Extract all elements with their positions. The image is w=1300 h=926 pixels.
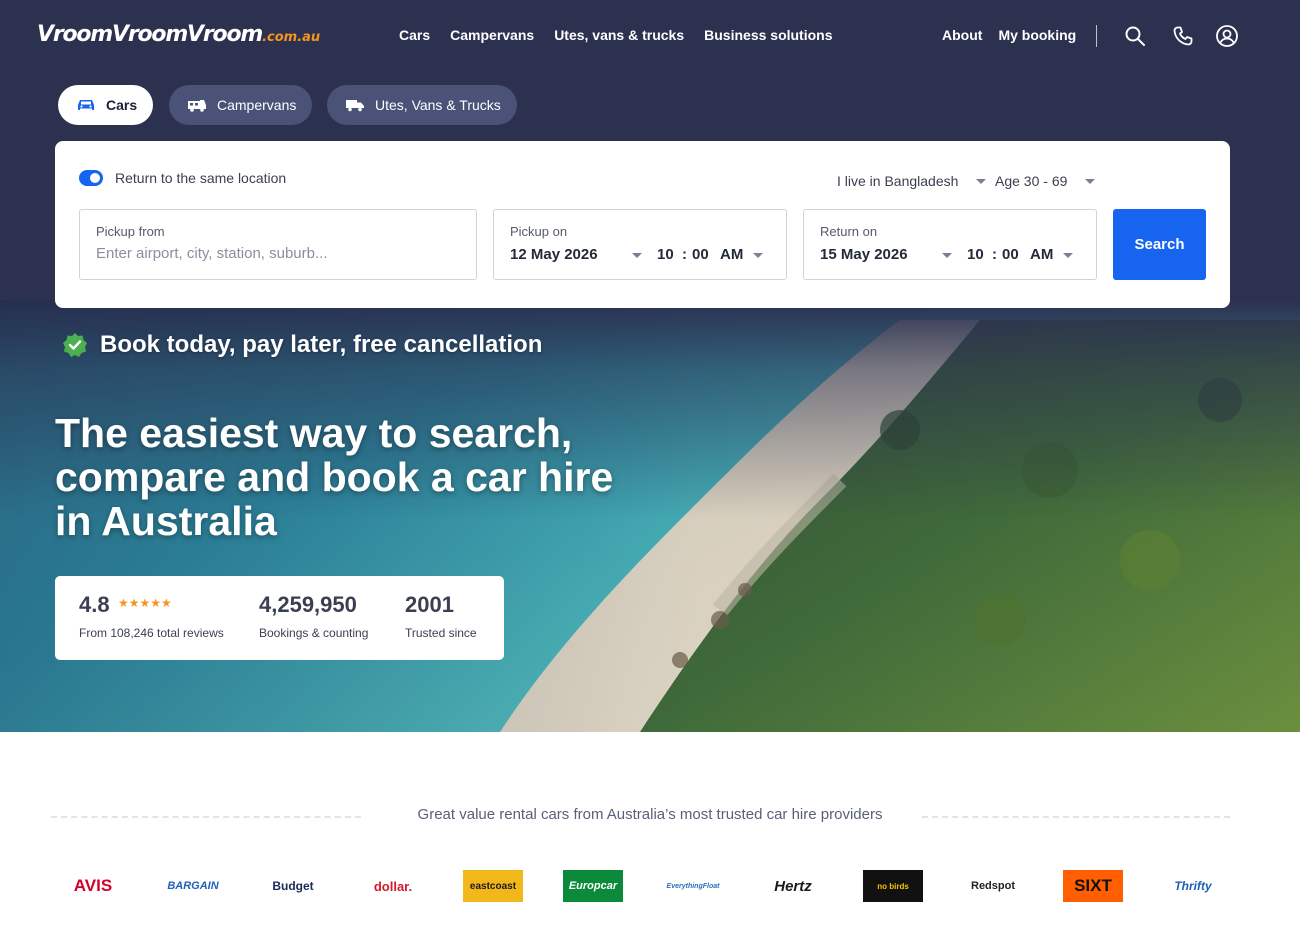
tab-cars-label: Cars — [106, 97, 138, 113]
provider-logo-thrifty[interactable]: Thrifty — [1163, 870, 1223, 902]
nav-link-my-booking[interactable]: My booking — [998, 27, 1076, 43]
pickup-ampm[interactable]: AM — [720, 246, 743, 263]
tab-campervans[interactable]: Campervans — [169, 85, 313, 125]
chevron-down-icon[interactable] — [753, 253, 763, 258]
verified-badge-icon — [62, 332, 88, 358]
phone-icon[interactable] — [1171, 24, 1195, 48]
campervan-icon — [187, 97, 207, 113]
age-value: Age 30 - 69 — [995, 173, 1068, 189]
provider-logo-dollar[interactable]: dollar. — [363, 870, 423, 902]
hero-headline: The easiest way to search, compare and b… — [55, 410, 614, 544]
nav-link-about[interactable]: About — [942, 27, 982, 43]
bookings-caption: Bookings & counting — [259, 626, 369, 640]
residence-select[interactable]: I live in Bangladesh — [837, 173, 987, 189]
provider-logos: AVIS BARGAIN Budget dollar. eastcoast Eu… — [63, 870, 1233, 904]
pickup-datetime-field: Pickup on 12 May 2026 10 : 00 AM — [493, 209, 787, 280]
search-form-card: Return to the same location I live in Ba… — [55, 141, 1230, 308]
nav-link-business-solutions[interactable]: Business solutions — [704, 27, 832, 43]
provider-logo-eastcoast[interactable]: eastcoast — [463, 870, 523, 902]
chevron-down-icon[interactable] — [942, 253, 952, 258]
time-separator: : — [682, 246, 687, 263]
logo-name: VroomVroomVroom — [37, 22, 263, 47]
pickup-hour[interactable]: 10 — [657, 246, 674, 263]
nav-link-cars[interactable]: Cars — [399, 27, 430, 43]
rating-value: 4.8 — [79, 592, 110, 617]
main-nav: Cars Campervans Utes, vans & trucks Busi… — [399, 27, 833, 43]
trust-stats-card: 4.8 ★★★★★ From 108,246 total reviews 4,2… — [55, 576, 504, 660]
return-minute[interactable]: 00 — [1002, 246, 1019, 263]
rating-stars: ★★★★★ — [118, 596, 172, 610]
residence-value: I live in Bangladesh — [837, 173, 959, 189]
pickup-location-field[interactable]: Pickup from — [79, 209, 477, 280]
return-datetime-field: Return on 15 May 2026 10 : 00 AM — [803, 209, 1097, 280]
tab-utes-vans-trucks-label: Utes, Vans & Trucks — [375, 97, 501, 113]
free-cancellation-banner: Book today, pay later, free cancellation — [62, 331, 542, 359]
search-icon[interactable] — [1123, 24, 1147, 48]
provider-logo-hertz[interactable]: Hertz — [763, 870, 823, 902]
search-button[interactable]: Search — [1113, 209, 1206, 280]
provider-logo-redspot[interactable]: Redspot — [963, 870, 1023, 902]
free-cancellation-text: Book today, pay later, free cancellation — [100, 331, 543, 358]
site-logo[interactable]: VroomVroomVroom.com.au — [37, 22, 320, 47]
chevron-down-icon[interactable] — [632, 253, 642, 258]
pickup-location-input[interactable] — [96, 245, 456, 262]
providers-title: Great value rental cars from Australia’s… — [417, 806, 883, 823]
tab-campervans-label: Campervans — [217, 97, 297, 113]
pickup-date[interactable]: 12 May 2026 — [510, 246, 598, 263]
provider-logo-budget[interactable]: Budget — [263, 870, 323, 902]
return-on-label: Return on — [820, 224, 878, 239]
provider-logo-no-birds[interactable]: no birds — [863, 870, 923, 902]
rating-caption: From 108,246 total reviews — [79, 626, 224, 640]
car-icon — [76, 97, 96, 113]
provider-logo-bargain[interactable]: BARGAIN — [163, 870, 223, 902]
nav-link-campervans[interactable]: Campervans — [450, 27, 534, 43]
provider-logo-everythingfloat[interactable]: EverythingFloat — [663, 870, 723, 902]
trusted-since-value: 2001 — [405, 592, 454, 617]
provider-logo-europcar[interactable]: Europcar — [563, 870, 623, 902]
secondary-nav: About My booking — [942, 27, 1076, 43]
pickup-from-label: Pickup from — [96, 224, 165, 239]
truck-icon — [345, 97, 365, 113]
trusted-since-caption: Trusted since — [405, 626, 477, 640]
time-separator: : — [992, 246, 997, 263]
age-select[interactable]: Age 30 - 69 — [995, 173, 1096, 189]
return-date[interactable]: 15 May 2026 — [820, 246, 908, 263]
logo-tld: .com.au — [262, 30, 321, 45]
return-ampm[interactable]: AM — [1030, 246, 1053, 263]
pickup-minute[interactable]: 00 — [692, 246, 709, 263]
tab-cars[interactable]: Cars — [58, 85, 154, 125]
chevron-down-icon — [976, 178, 987, 184]
provider-logo-sixt[interactable]: SIXT — [1063, 870, 1123, 902]
chevron-down-icon[interactable] — [1063, 253, 1073, 258]
chevron-down-icon — [1085, 178, 1096, 184]
nav-divider — [1096, 25, 1097, 47]
provider-logo-avis[interactable]: AVIS — [63, 870, 123, 902]
bookings-value: 4,259,950 — [259, 592, 357, 617]
tab-utes-vans-trucks[interactable]: Utes, Vans & Trucks — [327, 85, 517, 125]
top-navigation: VroomVroomVroom.com.au Cars Campervans U… — [0, 0, 1300, 72]
same-location-toggle[interactable] — [79, 170, 103, 186]
nav-link-utes-vans-trucks[interactable]: Utes, vans & trucks — [554, 27, 684, 43]
account-icon[interactable] — [1215, 24, 1239, 48]
return-hour[interactable]: 10 — [967, 246, 984, 263]
same-location-label: Return to the same location — [115, 170, 287, 186]
pickup-on-label: Pickup on — [510, 224, 568, 239]
